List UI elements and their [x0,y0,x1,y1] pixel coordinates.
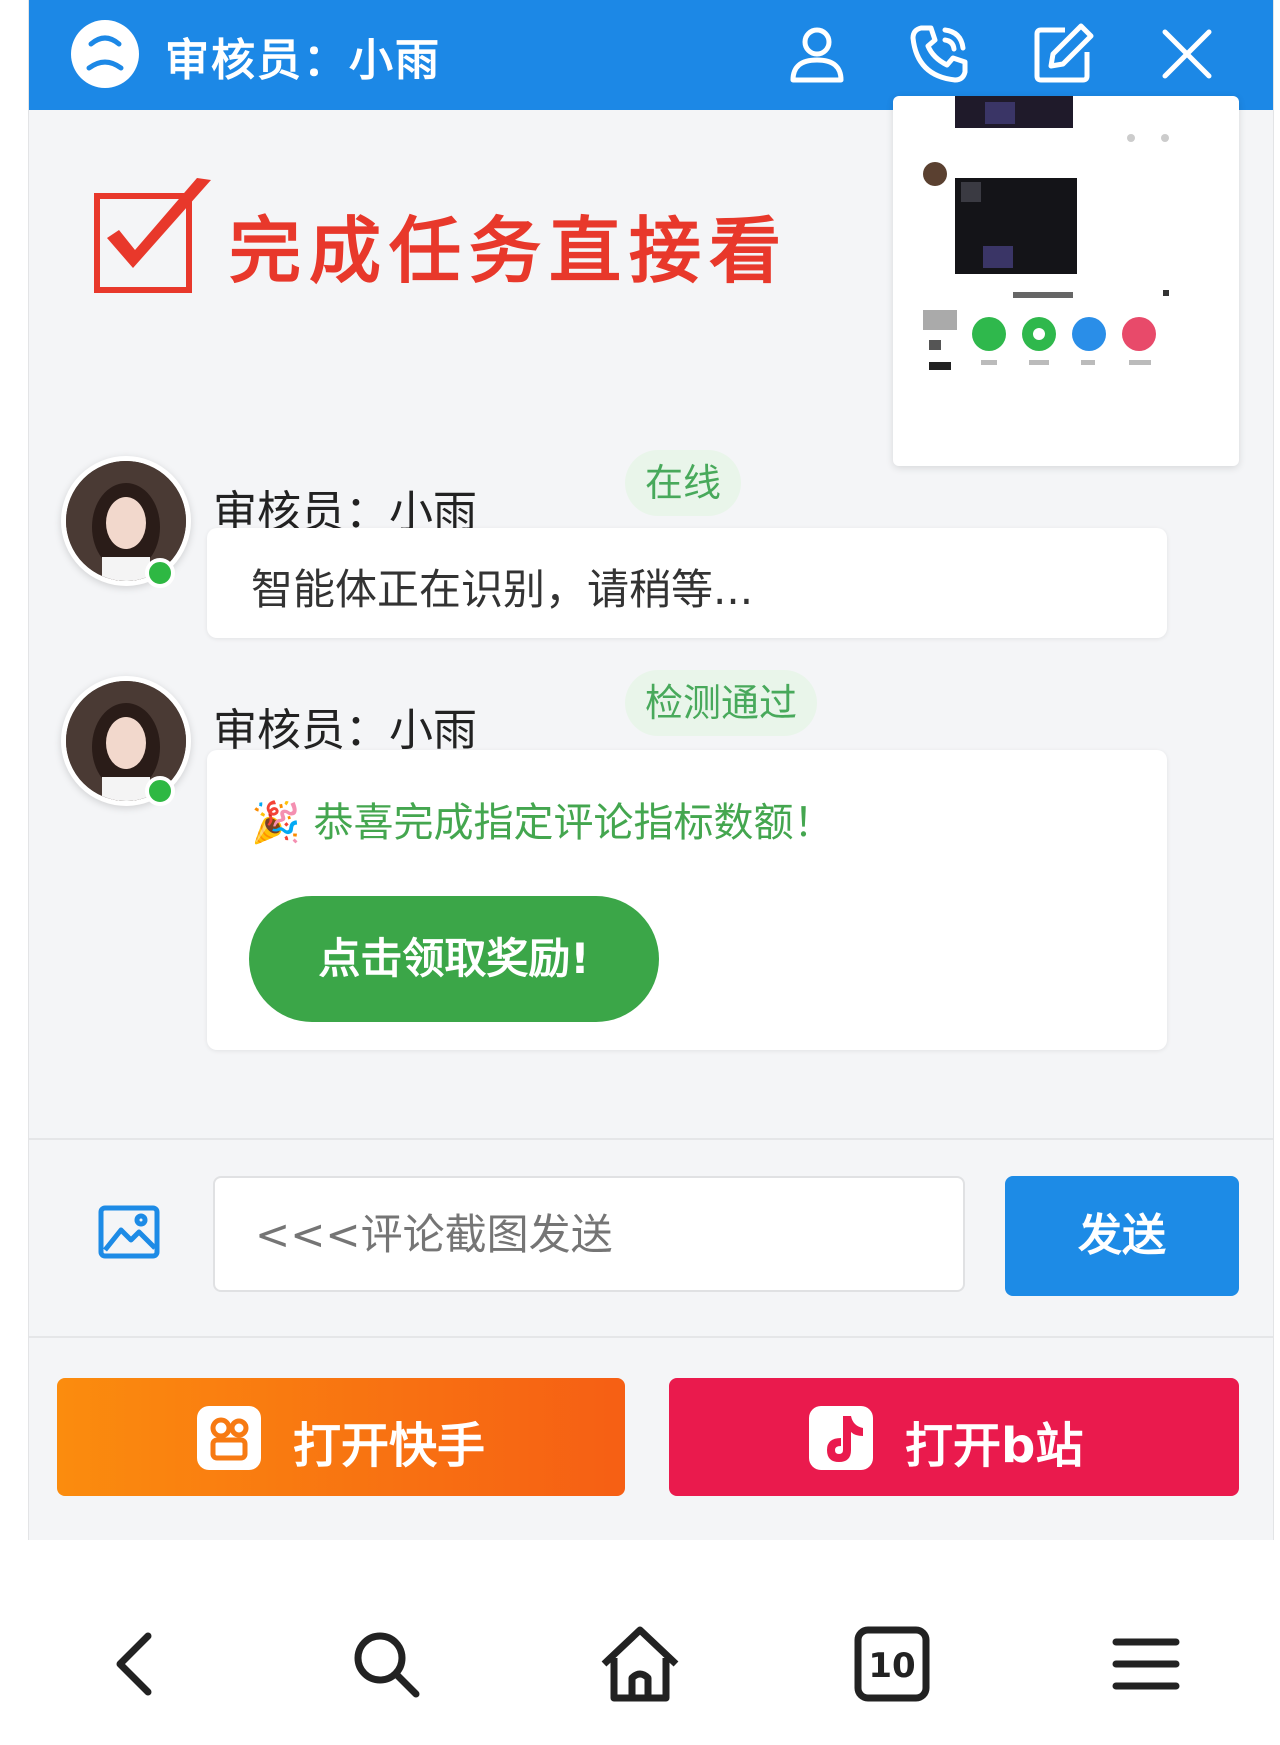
open-kuaishou-button[interactable]: 打开快手 [57,1378,625,1496]
checkmark-icon [77,168,217,304]
online-indicator [145,558,175,588]
chat-header: 审核员：小雨 [29,0,1273,110]
comment-screenshot-input[interactable] [213,1176,965,1292]
party-popper-icon: 🎉 [251,800,301,846]
screenshot-preview [893,96,1239,466]
status-badge: 在线 [625,450,742,516]
online-indicator [145,776,175,806]
message-bubble: 🎉 恭喜完成指定评论指标数额！ 点击领取奖励! [207,750,1167,1050]
banner-title: 完成任务直接看 [229,209,790,293]
message-bubble: 智能体正在识别，请稍等... [207,528,1167,638]
send-button[interactable]: 发送 [1005,1176,1239,1296]
tabs-count: 10 [868,1646,915,1686]
kuaishou-icon [197,1406,261,1470]
kuaishou-label: 打开快手 [293,1418,486,1474]
congrats-text: 🎉 恭喜完成指定评论指标数额！ [251,790,834,848]
phone-icon[interactable] [907,22,971,86]
back-icon[interactable] [96,1622,180,1706]
open-bilibili-button[interactable]: 打开b站 [669,1378,1239,1496]
claim-reward-button[interactable]: 点击领取奖励! [249,896,659,1022]
close-icon[interactable] [1155,22,1219,86]
edit-icon[interactable] [1031,22,1095,86]
bilibili-label: 打开b站 [905,1418,1084,1474]
sender-name: 审核员：小雨 [213,705,477,756]
search-icon[interactable] [344,1622,428,1706]
tabs-icon[interactable]: 10 [850,1622,934,1706]
user-icon[interactable] [785,22,849,86]
message-text: 恭喜完成指定评论指标数额！ [313,800,834,846]
chat-window: 审核员：小雨 完成任务直接看 审核员：小雨 在线 智能体正在识别，请稍等... … [28,0,1274,1540]
image-upload-icon[interactable] [97,1200,161,1264]
browser-bottom-nav: 10 [0,1540,1280,1745]
menu-icon[interactable] [1104,1622,1188,1706]
chat-title: 审核员：小雨 [165,35,441,86]
sad-face-icon [71,20,139,88]
composer: 发送 [29,1138,1273,1338]
message-text: 智能体正在识别，请稍等... [251,565,754,614]
home-icon[interactable] [598,1622,682,1706]
status-badge: 检测通过 [625,670,818,736]
tiktok-icon [809,1406,873,1470]
